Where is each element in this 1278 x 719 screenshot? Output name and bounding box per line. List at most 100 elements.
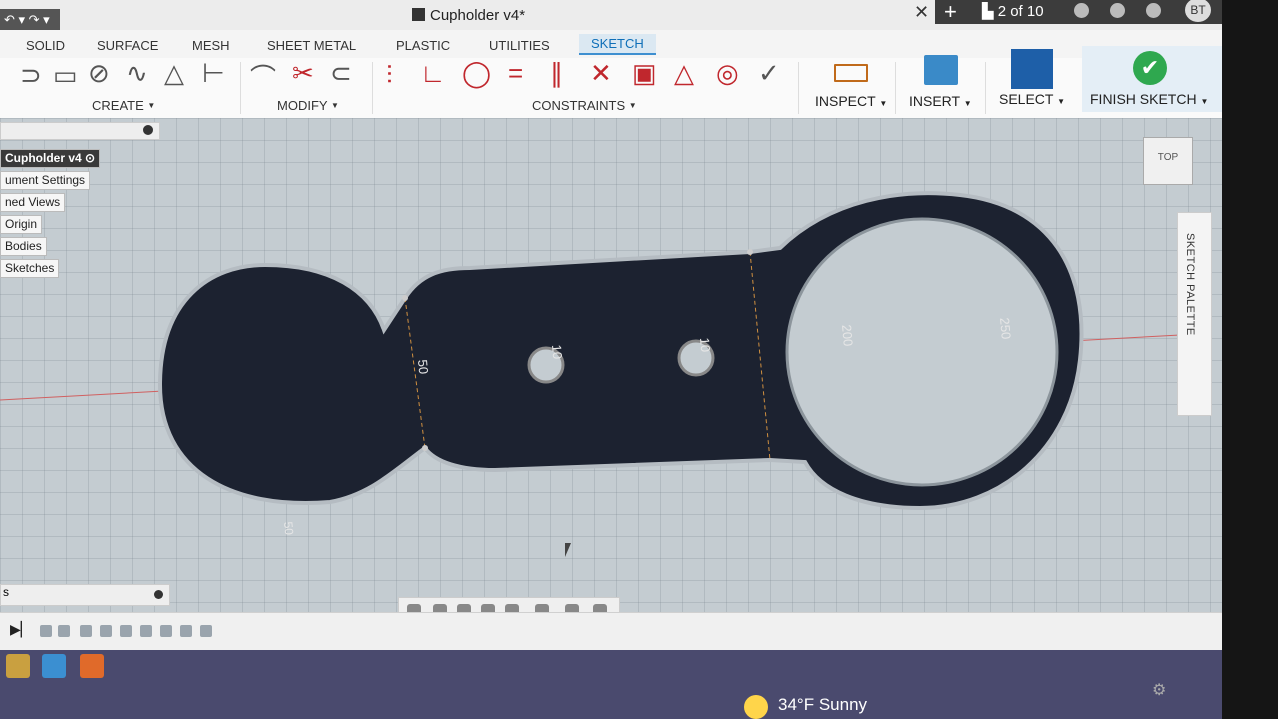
constraints-caret-icon: ▼ bbox=[628, 101, 637, 110]
collinear-icon[interactable]: ✕ bbox=[590, 58, 612, 89]
ribbon-separator bbox=[798, 62, 799, 114]
finish-check-icon[interactable]: ✔ bbox=[1133, 51, 1167, 85]
browser-node-origin[interactable]: Origin bbox=[0, 215, 43, 234]
sketch-palette[interactable]: SKETCH PALETTE bbox=[1177, 212, 1212, 416]
document-title-text: Cupholder v4* bbox=[430, 7, 526, 24]
inspect-label: INSPECT bbox=[815, 93, 876, 109]
insert-menu[interactable]: INSERT ▼ bbox=[909, 93, 972, 109]
modify-label: MODIFY bbox=[277, 98, 328, 113]
os-taskbar: ⚙ bbox=[0, 650, 1222, 719]
create-label: CREATE bbox=[92, 98, 144, 113]
inspect-menu[interactable]: INSPECT ▼ bbox=[815, 93, 887, 109]
fillet-tool-icon[interactable]: ⌒ bbox=[250, 58, 276, 95]
weather-sun-icon bbox=[744, 695, 768, 719]
sketch-palette-label: SKETCH PALETTE bbox=[1184, 233, 1196, 336]
browser-pin-icon[interactable] bbox=[143, 125, 153, 135]
offset-tool-icon[interactable]: ⊂ bbox=[330, 58, 352, 89]
browser-root-node[interactable]: Cupholder v4 ⊙ bbox=[0, 149, 101, 168]
bell-icon[interactable] bbox=[1110, 3, 1125, 18]
equal-icon[interactable]: = bbox=[508, 58, 523, 89]
new-tab-plus-icon[interactable]: + bbox=[944, 0, 957, 25]
pager-text: 2 of 10 bbox=[997, 3, 1044, 20]
finish-sketch-label: FINISH SKETCH bbox=[1090, 91, 1197, 107]
dimension-tool-icon[interactable]: ⊢ bbox=[202, 58, 225, 89]
tab-solid[interactable]: SOLID bbox=[26, 38, 65, 53]
active-radio-icon[interactable]: ⊙ bbox=[85, 151, 95, 165]
comments-label: s bbox=[3, 585, 9, 599]
play-icon[interactable]: ▶▏ bbox=[10, 621, 32, 638]
tangent-icon[interactable]: ◯ bbox=[462, 58, 491, 89]
polygon-tool-icon[interactable]: △ bbox=[164, 58, 184, 89]
spline-tool-icon[interactable]: ∿ bbox=[126, 58, 148, 89]
clock-icon[interactable] bbox=[1074, 3, 1089, 18]
select-menu[interactable]: SELECT ▼ bbox=[999, 91, 1065, 107]
timeline-sketch-icon[interactable] bbox=[40, 625, 52, 637]
finish-caret-icon: ▼ bbox=[1200, 97, 1209, 106]
parallel-icon[interactable]: ∥ bbox=[550, 58, 563, 89]
constraints-label: CONSTRAINTS bbox=[532, 98, 626, 113]
constraints-menu[interactable]: CONSTRAINTS ▼ bbox=[532, 98, 637, 113]
comments-pin-icon[interactable] bbox=[154, 590, 163, 599]
document-title: Cupholder v4* bbox=[412, 7, 525, 24]
settings-gear-icon[interactable]: ⚙ bbox=[1152, 680, 1166, 700]
timeline-extrude-icon[interactable] bbox=[58, 625, 70, 637]
coincident-icon[interactable]: ⫶ bbox=[386, 60, 393, 92]
tab-mesh[interactable]: MESH bbox=[192, 38, 230, 53]
timeline-marker-icon[interactable] bbox=[200, 625, 212, 637]
tab-surface[interactable]: SURFACE bbox=[97, 38, 158, 53]
browser-node-document-settings[interactable]: ument Settings bbox=[0, 171, 91, 190]
line-tool-icon[interactable]: ⊃ bbox=[20, 60, 42, 91]
timeline-feature-icon[interactable] bbox=[100, 625, 112, 637]
timeline-feature-icon[interactable] bbox=[160, 625, 172, 637]
timeline-feature-icon[interactable] bbox=[80, 625, 92, 637]
comments-panel[interactable]: s bbox=[0, 584, 170, 606]
undo-redo-controls[interactable]: ↶ ▾ ↷ ▾ bbox=[0, 9, 60, 31]
mail-icon[interactable] bbox=[42, 654, 66, 678]
finish-sketch-button[interactable]: FINISH SKETCH ▼ bbox=[1090, 91, 1208, 107]
sketch-geometry[interactable]: 50 10 10 200 250 50 bbox=[0, 118, 1222, 638]
browser-node-named-views[interactable]: ned Views bbox=[0, 193, 66, 212]
cup-hole bbox=[785, 217, 1059, 487]
browser-root-label: Cupholder v4 bbox=[5, 151, 82, 165]
sketch-point bbox=[402, 295, 408, 301]
insert-image-icon[interactable] bbox=[924, 55, 958, 85]
insert-label: INSERT bbox=[909, 93, 960, 109]
insert-caret-icon: ▼ bbox=[963, 99, 972, 108]
file-explorer-icon[interactable] bbox=[6, 654, 30, 678]
select-cursor-icon[interactable] bbox=[1011, 49, 1053, 89]
measure-ruler-icon[interactable] bbox=[834, 64, 868, 82]
tab-sheet-metal[interactable]: SHEET METAL bbox=[267, 38, 356, 53]
timeline-feature-icon[interactable] bbox=[120, 625, 132, 637]
select-label: SELECT bbox=[999, 91, 1054, 107]
browser-node-bodies[interactable]: Bodies bbox=[0, 237, 47, 256]
symmetry-icon[interactable]: △ bbox=[674, 58, 694, 89]
trim-scissors-icon[interactable]: ✂ bbox=[292, 58, 314, 89]
rectangle-tool-icon[interactable]: ▭ bbox=[53, 60, 78, 91]
timeline-feature-icon[interactable] bbox=[140, 625, 152, 637]
ribbon-separator bbox=[240, 62, 241, 114]
view-cube[interactable]: TOP bbox=[1143, 137, 1193, 185]
browser-panel-header[interactable] bbox=[0, 122, 160, 140]
browser-node-sketches[interactable]: Sketches bbox=[0, 259, 60, 278]
close-icon[interactable]: ✕ bbox=[914, 2, 929, 23]
job-status-pager[interactable]: ▙ 2 of 10 bbox=[982, 2, 1044, 20]
create-menu[interactable]: CREATE ▼ bbox=[92, 98, 155, 113]
help-icon[interactable] bbox=[1146, 3, 1161, 18]
tab-plastic[interactable]: PLASTIC bbox=[396, 38, 450, 53]
create-caret-icon: ▼ bbox=[147, 101, 156, 110]
circle-tool-icon[interactable]: ⊘ bbox=[88, 58, 110, 89]
ribbon-separator bbox=[895, 62, 896, 114]
tab-utilities[interactable]: UTILITIES bbox=[489, 38, 550, 53]
fusion-app-icon[interactable] bbox=[80, 654, 104, 678]
perpendicular-icon[interactable]: ∟ bbox=[420, 58, 445, 89]
timeline-feature-icon[interactable] bbox=[180, 625, 192, 637]
sketch-point bbox=[747, 249, 753, 255]
midpoint-icon[interactable]: ✓ bbox=[758, 58, 780, 89]
sketch-point bbox=[422, 445, 428, 451]
screen: ↶ ▾ ↷ ▾ Cupholder v4* ✕ + ▙ 2 of 10 BT S… bbox=[0, 0, 1222, 719]
concentric-icon[interactable]: ◎ bbox=[716, 58, 739, 89]
fix-lock-icon[interactable]: ▣ bbox=[632, 58, 657, 89]
tab-sketch[interactable]: SKETCH bbox=[579, 34, 656, 55]
timeline: ▶▏ bbox=[0, 612, 1222, 653]
modify-menu[interactable]: MODIFY ▼ bbox=[277, 98, 339, 113]
